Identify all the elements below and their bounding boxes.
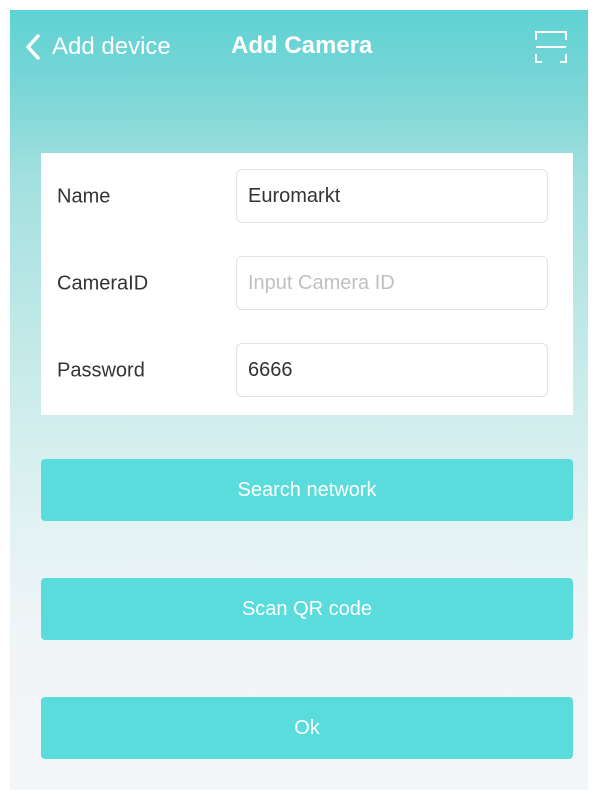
ok-button[interactable]: Ok — [41, 697, 573, 759]
scan-qr-code-button[interactable]: Scan QR code — [41, 578, 573, 640]
camera-id-label: CameraID — [57, 272, 149, 295]
name-input[interactable] — [236, 169, 548, 223]
header: Add device Add Camera — [10, 10, 588, 84]
name-row: Name — [41, 169, 573, 225]
search-network-button[interactable]: Search network — [41, 459, 573, 521]
camera-id-row: CameraID — [41, 256, 573, 312]
password-row: Password — [41, 343, 573, 399]
camera-id-input[interactable] — [236, 256, 548, 310]
name-label: Name — [57, 185, 111, 208]
scan-frame-icon[interactable] — [534, 30, 568, 64]
back-label: Add device — [52, 33, 171, 60]
add-camera-screen: Add device Add Camera Name CameraID Pass… — [10, 10, 588, 790]
password-label: Password — [57, 359, 145, 382]
page-title: Add Camera — [231, 32, 373, 59]
back-button[interactable]: Add device — [24, 30, 171, 64]
chevron-left-icon — [26, 34, 40, 60]
password-input[interactable] — [236, 343, 548, 397]
camera-form: Name CameraID Password — [41, 153, 573, 415]
